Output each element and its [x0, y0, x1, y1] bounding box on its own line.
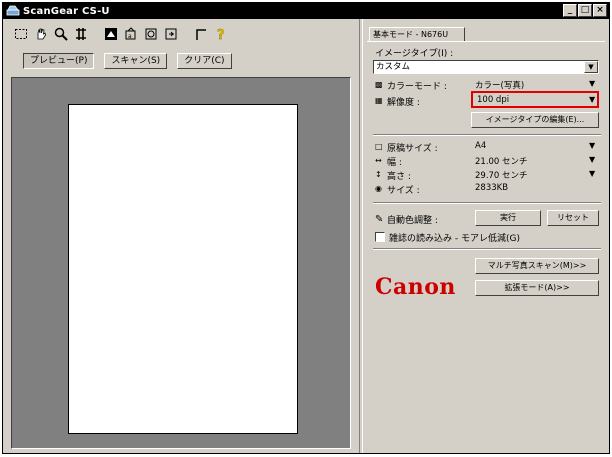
size-label: サイズ : — [387, 186, 420, 196]
color-mode-value[interactable]: カラー(写真) — [475, 79, 524, 91]
edit-image-type-button[interactable]: イメージタイプの編集(E)... — [471, 112, 599, 128]
divider — [373, 202, 601, 204]
auto-crop-icon[interactable] — [163, 26, 179, 42]
divider — [373, 134, 601, 136]
height-value[interactable]: 29.70 センチ — [475, 169, 528, 181]
divider — [373, 248, 601, 250]
close-button[interactable]: × — [593, 4, 607, 17]
preview-buttons: プレビュー(P) スキャン(S) クリア(C) — [23, 53, 232, 69]
size-value: 2833KB — [475, 183, 509, 193]
height-label: 高さ : — [387, 172, 411, 182]
preview-pane: a ? プレビュー(P) スキャン(S) クリア(C) — [3, 19, 359, 453]
execute-button[interactable]: 実行 — [475, 210, 541, 226]
resolution-icon: ▦ — [375, 96, 383, 105]
rotate-right-icon[interactable] — [143, 26, 159, 42]
frame-icon[interactable] — [193, 26, 209, 42]
chevron-down-icon[interactable]: ▼ — [589, 95, 595, 104]
color-mode-label: カラーモード : — [387, 82, 447, 92]
reset-button[interactable]: リセット — [547, 210, 599, 226]
window-title: ScanGear CS-U — [23, 5, 110, 17]
scangear-window: ScanGear CS-U _ □ × a ? プレビュー(P) スキャン(S)… — [2, 2, 610, 454]
wand-icon: ✎ — [375, 214, 384, 225]
image-type-select[interactable]: カスタム ▼ — [373, 60, 599, 74]
trim-icon[interactable] — [73, 26, 89, 42]
scan-button[interactable]: スキャン(S) — [104, 53, 168, 69]
chevron-down-icon[interactable]: ▼ — [589, 79, 595, 88]
chevron-down-icon[interactable]: ▼ — [589, 141, 595, 150]
resolution-value[interactable]: 100 dpi — [477, 95, 509, 105]
document-icon: □ — [375, 142, 383, 151]
color-mode-icon: ▩ — [375, 80, 383, 89]
image-type-label: イメージタイプ(I) : — [375, 49, 454, 59]
select-frame-icon[interactable] — [13, 26, 29, 42]
chevron-down-icon[interactable]: ▼ — [589, 169, 595, 178]
doc-size-value[interactable]: A4 — [475, 141, 486, 151]
moire-checkbox[interactable] — [375, 232, 385, 242]
height-icon: ↕ — [375, 170, 382, 179]
multi-photo-scan-button[interactable]: マルチ写真スキャン(M)>> — [475, 258, 599, 274]
scanner-icon — [6, 5, 20, 16]
doc-size-label: 原稿サイズ : — [387, 144, 438, 154]
tab-basic-mode[interactable]: 基本モード - N676U — [369, 27, 465, 42]
preview-area[interactable] — [11, 77, 351, 449]
chevron-down-icon[interactable]: ▼ — [584, 61, 598, 73]
svg-text:a: a — [128, 33, 132, 40]
zoom-icon[interactable] — [53, 26, 69, 42]
auto-color-label: 自動色調整 : — [387, 216, 438, 226]
help-icon[interactable]: ? — [213, 26, 229, 42]
window-controls: _ □ × — [563, 4, 607, 17]
hand-icon[interactable] — [33, 26, 49, 42]
chevron-down-icon[interactable]: ▼ — [589, 155, 595, 164]
resolution-label: 解像度 : — [387, 98, 420, 108]
preview-paper — [68, 104, 298, 434]
settings-pane: 基本モード - N676U イメージタイプ(I) : カスタム ▼ ▩ カラーモ… — [363, 19, 609, 453]
width-value[interactable]: 21.00 センチ — [475, 155, 528, 167]
minimize-button[interactable]: _ — [563, 4, 577, 17]
width-label: 幅 : — [387, 158, 402, 168]
svg-text:?: ? — [217, 28, 225, 41]
mirror-icon[interactable] — [103, 26, 119, 42]
rotate-left-icon[interactable]: a — [123, 26, 139, 42]
width-icon: ↔ — [375, 156, 382, 165]
preview-button[interactable]: プレビュー(P) — [23, 53, 95, 69]
clear-button[interactable]: クリア(C) — [177, 53, 232, 69]
settings-panel: イメージタイプ(I) : カスタム ▼ ▩ カラーモード : カラー(写真) ▼… — [367, 41, 605, 341]
preview-toolbar: a ? — [13, 25, 229, 43]
image-type-value: カスタム — [376, 62, 411, 72]
canon-logo: Canon — [375, 274, 456, 300]
size-icon: ◉ — [375, 184, 382, 193]
maximize-button[interactable]: □ — [578, 4, 592, 17]
title-bar[interactable]: ScanGear CS-U _ □ × — [3, 3, 609, 19]
advanced-mode-button[interactable]: 拡張モード(A)>> — [475, 280, 599, 296]
moire-label: 雑誌の読み込み - モアレ低減(G) — [389, 234, 520, 244]
